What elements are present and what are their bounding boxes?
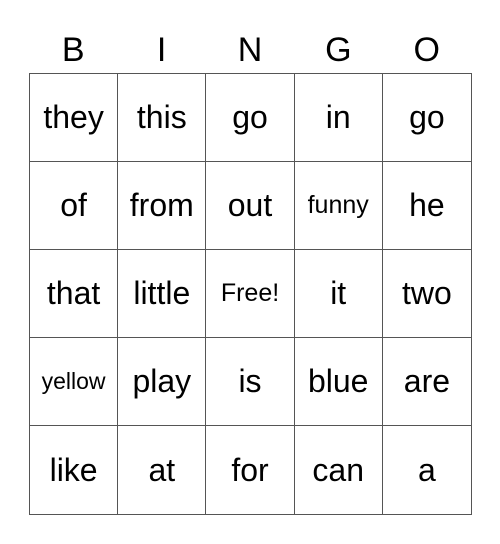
bingo-cell[interactable]: yellow — [30, 338, 119, 426]
bingo-cell[interactable]: little — [118, 250, 207, 338]
bingo-cell[interactable]: he — [382, 162, 471, 250]
bingo-cell[interactable]: it — [294, 250, 383, 338]
bingo-cell[interactable]: in — [294, 74, 383, 162]
bingo-cell[interactable]: like — [30, 426, 119, 514]
bingo-cell[interactable]: out — [206, 162, 295, 250]
bingo-cell[interactable]: go — [206, 74, 295, 162]
bingo-cell[interactable]: are — [382, 338, 471, 426]
bingo-cell[interactable]: at — [118, 426, 207, 514]
bingo-cell[interactable]: of — [30, 162, 119, 250]
bingo-header: B I N G O — [29, 28, 471, 72]
bingo-cell[interactable]: blue — [294, 338, 383, 426]
bingo-cell[interactable]: a — [383, 426, 471, 514]
bingo-cell[interactable]: that — [30, 250, 119, 338]
header-letter-i: I — [156, 31, 167, 69]
bingo-cell[interactable]: two — [382, 250, 471, 338]
bingo-grid: they this go in go of from out funny he … — [29, 73, 472, 515]
free-space-cell[interactable]: Free! — [206, 250, 295, 338]
bingo-cell[interactable]: from — [118, 162, 207, 250]
header-letter-n: N — [237, 31, 263, 69]
bingo-cell[interactable]: they — [30, 74, 119, 162]
bingo-cell[interactable]: funny — [294, 162, 383, 250]
bingo-cell[interactable]: play — [118, 338, 207, 426]
bingo-cell[interactable]: this — [118, 74, 207, 162]
header-letter-g: G — [325, 31, 352, 69]
bingo-cell[interactable]: can — [295, 426, 383, 514]
bingo-cell[interactable]: go — [382, 74, 471, 162]
header-letter-b: B — [61, 31, 85, 69]
bingo-cell[interactable]: for — [206, 426, 295, 514]
bingo-cell[interactable]: is — [206, 338, 295, 426]
header-letter-o: O — [413, 31, 440, 69]
